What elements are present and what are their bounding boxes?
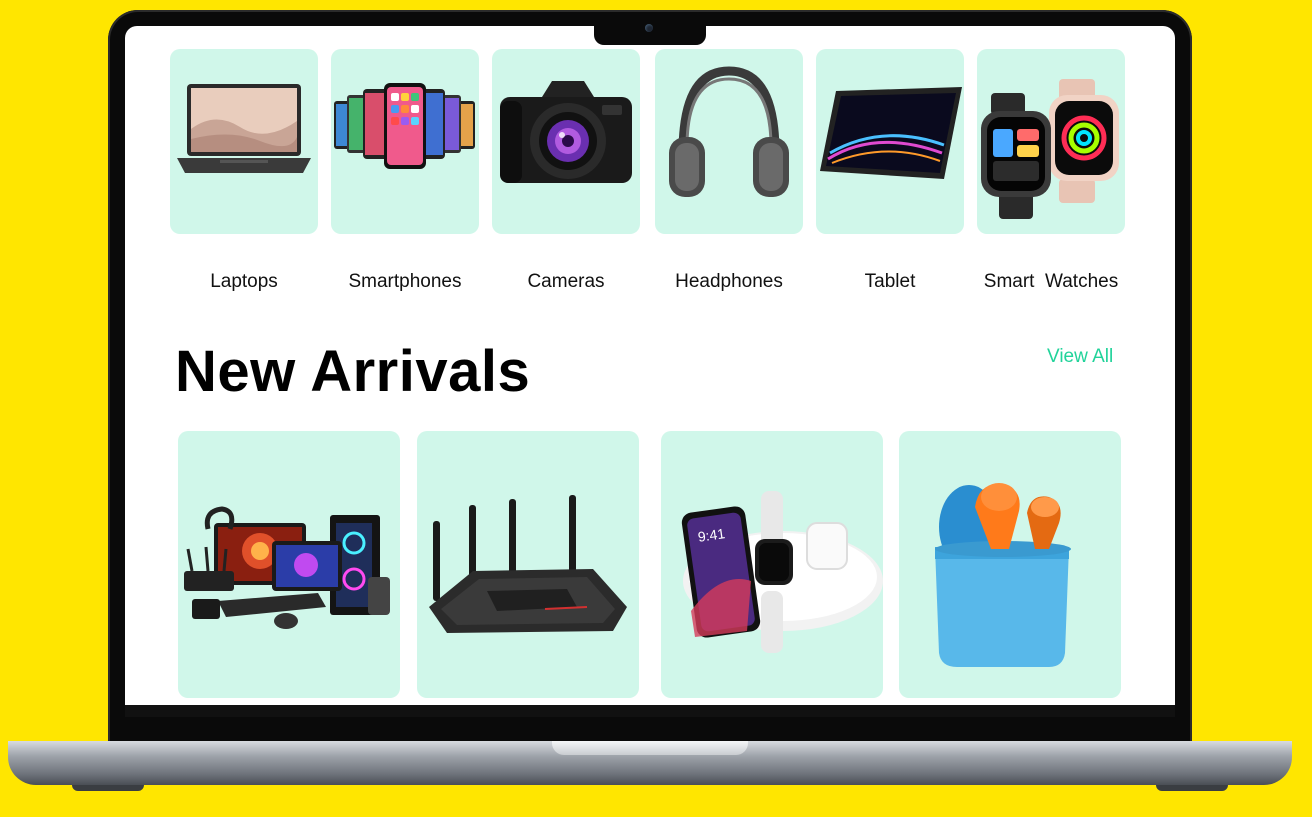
product-card-earbuds[interactable] <box>899 431 1121 698</box>
category-label-smartphones[interactable]: Smartphones <box>331 271 479 293</box>
category-card-laptops[interactable] <box>170 49 318 234</box>
wireless-charger-icon: 9:41 <box>681 491 883 653</box>
webcam-icon <box>645 24 653 32</box>
product-card-wireless-charger[interactable]: 9:41 <box>661 431 883 698</box>
category-card-tablet[interactable] <box>816 49 964 234</box>
category-label-cameras[interactable]: Cameras <box>492 271 640 293</box>
product-card-router[interactable] <box>417 431 639 698</box>
laptop-foot-right <box>1156 785 1228 791</box>
product-card-gaming-setup[interactable] <box>178 431 400 698</box>
screen-bottom-bezel <box>125 705 1175 717</box>
category-card-headphones[interactable] <box>655 49 803 234</box>
camera-icon <box>500 81 632 183</box>
view-all-link[interactable]: View All <box>1047 346 1113 368</box>
category-label-tablet[interactable]: Tablet <box>816 271 964 293</box>
category-card-smartphones[interactable] <box>331 49 479 234</box>
screen: Laptops Smartphones Cameras Headphones T… <box>125 26 1175 705</box>
category-card-smart-watches[interactable] <box>977 49 1125 234</box>
category-label-headphones[interactable]: Headphones <box>655 271 803 293</box>
headphones-icon <box>669 66 789 197</box>
lid-opening-notch <box>552 741 748 755</box>
laptop-foot-left <box>72 785 144 791</box>
category-label-laptops[interactable]: Laptops <box>170 271 318 293</box>
category-card-cameras[interactable] <box>492 49 640 234</box>
laptop-icon <box>177 84 311 173</box>
category-label-smart-watches[interactable]: Smart Watches <box>971 271 1131 293</box>
section-title-new-arrivals: New Arrivals <box>175 339 531 404</box>
wifi-router-icon <box>429 495 627 633</box>
gaming-pc-setup-icon <box>184 506 390 629</box>
smartwatch-icon <box>981 79 1119 219</box>
tablet-icon <box>820 87 962 179</box>
smartphones-icon <box>334 83 475 169</box>
earbuds-case-icon <box>935 483 1071 667</box>
